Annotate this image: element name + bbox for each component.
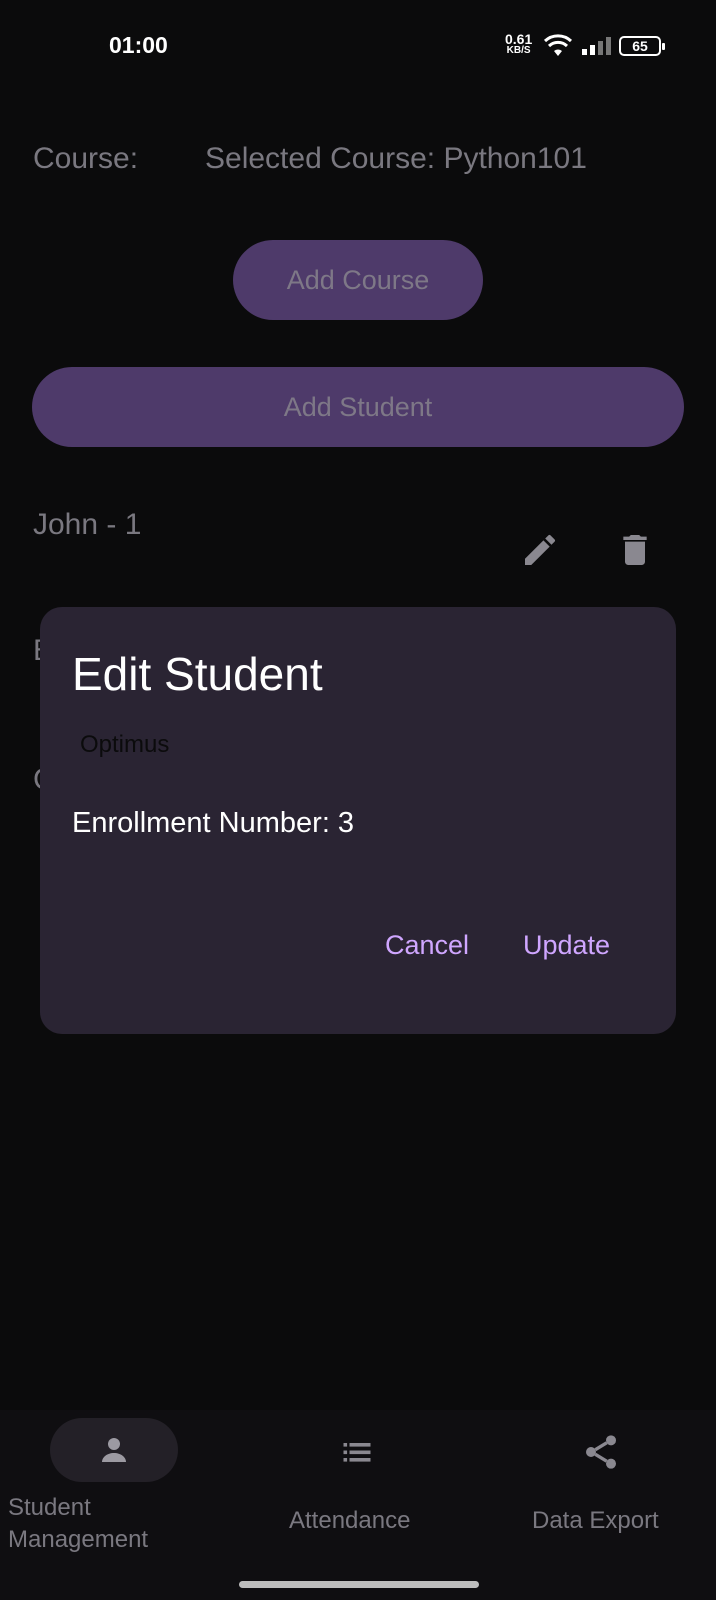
nav-label-line2: Management: [8, 1526, 149, 1553]
network-speed-value: 0.61: [505, 31, 533, 47]
person-icon: [96, 1432, 132, 1473]
nav-label-student-management: Student Management: [8, 1492, 148, 1556]
nav-item-student-management[interactable]: Student Management: [0, 1410, 230, 1560]
nav-label-line1: Student: [8, 1494, 91, 1521]
status-bar: 01:00 0.61 KB/S 65: [0, 0, 716, 92]
dialog-title: Edit Student: [72, 648, 323, 700]
selected-course-text[interactable]: Selected Course: Python101: [205, 142, 587, 176]
update-button[interactable]: Update: [523, 930, 610, 961]
student-row: John - 1: [33, 500, 683, 570]
edit-icon[interactable]: [520, 530, 560, 570]
edit-student-dialog: Edit Student Optimus Enrollment Number: …: [40, 607, 676, 1034]
network-speed: 0.61 KB/S: [505, 31, 533, 57]
network-speed-unit: KB/S: [506, 45, 531, 56]
nav-item-attendance[interactable]: Attendance: [240, 1410, 476, 1560]
student-name-field[interactable]: Optimus: [80, 731, 169, 759]
nav-item-data-export[interactable]: Data Export: [480, 1410, 716, 1560]
share-icon: [581, 1432, 621, 1477]
add-student-button[interactable]: Add Student: [32, 367, 684, 447]
status-time: 01:00: [109, 32, 168, 58]
battery-icon: 65: [619, 36, 665, 56]
home-indicator[interactable]: [239, 1581, 479, 1588]
nav-label-data-export: Data Export: [532, 1507, 659, 1534]
signal-icon: [580, 36, 612, 61]
list-icon: [338, 1434, 376, 1475]
course-label: Course:: [33, 142, 139, 175]
enrollment-number-text: Enrollment Number: 3: [72, 807, 355, 839]
delete-icon[interactable]: [615, 530, 655, 570]
nav-label-attendance: Attendance: [289, 1507, 411, 1534]
bottom-navigation: Student Management Attendance Data Expor…: [0, 1410, 716, 1600]
cancel-button[interactable]: Cancel: [385, 930, 469, 961]
wifi-icon: [543, 34, 573, 63]
add-course-button[interactable]: Add Course: [233, 240, 483, 320]
student-name: John - 1: [33, 508, 142, 541]
